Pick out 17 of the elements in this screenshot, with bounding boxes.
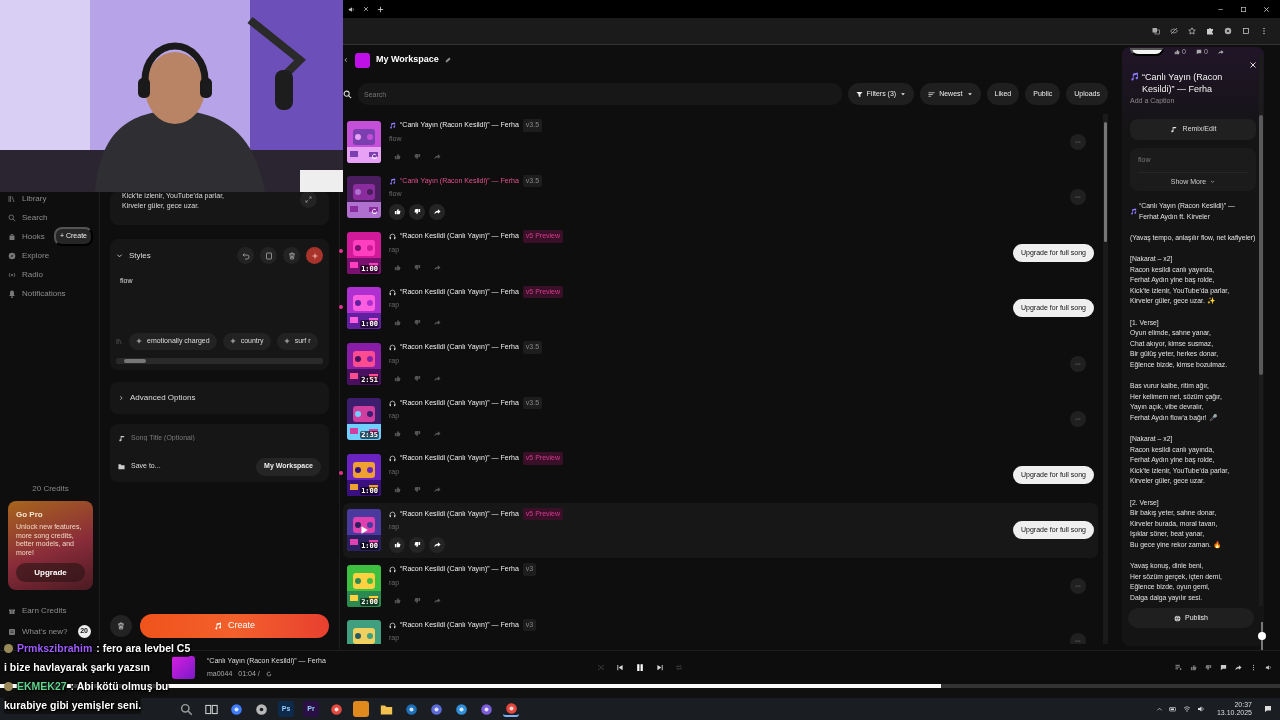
section-title[interactable]: Advanced Options <box>130 391 196 404</box>
nav-item[interactable]: Search <box>22 211 48 224</box>
upgrade-button[interactable]: Upgrade <box>16 563 85 582</box>
chat-message: kurabiye gibi yemişler seni. <box>4 697 142 714</box>
section-title: Styles <box>129 249 151 262</box>
song-title: “Canlı Yayın (Racon Kesildi)” — Ferha <box>1142 71 1224 95</box>
credits-label: 20 Credits <box>31 483 70 496</box>
nav-item[interactable]: Earn Credits <box>22 604 67 617</box>
promo-title: Go Pro <box>16 509 44 522</box>
nav-item[interactable]: Notifications <box>22 287 66 300</box>
nav-item[interactable]: Hooks <box>22 230 45 243</box>
nav-item[interactable]: Radio <box>22 268 43 281</box>
nav-item[interactable]: Explore <box>22 249 50 262</box>
chat-message: : fero ara levbel C5 <box>96 640 191 657</box>
workspace-title: My Workspace <box>376 53 439 67</box>
nav-item[interactable]: Library <box>22 192 47 205</box>
nav-item[interactable]: What's new? <box>22 625 68 638</box>
